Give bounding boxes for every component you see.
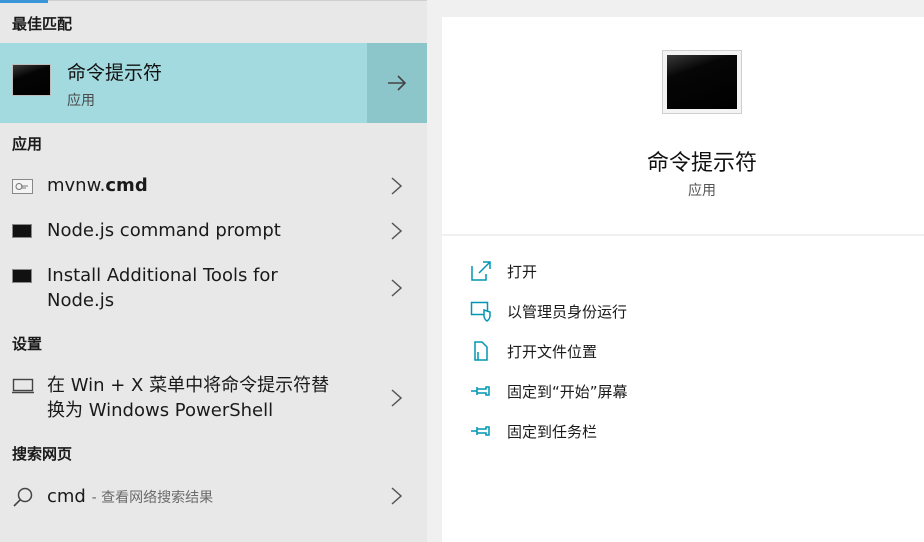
chevron-right-icon [391, 487, 403, 505]
section-web: 搜索网页 [12, 445, 73, 463]
section-apps: 应用 [12, 135, 43, 153]
web-query-suffix: - 查看网络搜索结果 [91, 490, 214, 506]
start-search-panel: 最佳匹配 命令提示符 应用 应用 mvnw.cmd Node.js comman… [0, 0, 924, 542]
laptop-icon [12, 378, 34, 394]
chevron-right-icon [391, 177, 403, 195]
best-match-title: 命令提示符 [67, 62, 163, 84]
action-open[interactable]: 打开 [470, 260, 537, 282]
section-settings: 设置 [12, 335, 43, 353]
action-run-as-admin[interactable]: 以管理员身份运行 [470, 300, 627, 322]
file-icon [12, 179, 33, 194]
action-label: 打开文件位置 [507, 342, 598, 361]
command-prompt-icon [12, 64, 51, 96]
pin-icon [471, 386, 490, 396]
action-pin-to-start[interactable]: 固定到“开始”屏幕 [470, 380, 628, 402]
top-divider [48, 0, 427, 1]
action-open-file-location[interactable]: 打开文件位置 [470, 340, 597, 362]
app-name: Node.js command prompt [47, 220, 281, 241]
chevron-right-icon [391, 222, 403, 240]
app-name-line1: Install Additional Tools for [47, 265, 278, 286]
chevron-right-icon [391, 389, 403, 407]
console-icon [12, 224, 32, 238]
web-query: cmd [47, 486, 86, 507]
details-divider [442, 234, 924, 236]
app-name-prefix: mvnw. [47, 175, 106, 196]
app-name-line2: Node.js [47, 290, 115, 311]
action-pin-to-taskbar[interactable]: 固定到任务栏 [470, 420, 597, 442]
section-best-match: 最佳匹配 [12, 15, 73, 33]
action-label: 固定到任务栏 [507, 422, 598, 441]
setting-line1: 在 Win + X 菜单中将命令提示符替 [47, 375, 330, 396]
action-label: 固定到“开始”屏幕 [507, 382, 628, 401]
action-label: 打开 [507, 262, 538, 281]
action-label: 以管理员身份运行 [507, 302, 628, 321]
arrow-right-icon [388, 75, 407, 91]
pin-icon [471, 426, 490, 436]
chevron-right-icon [391, 279, 403, 297]
command-prompt-large-icon [662, 50, 742, 114]
search-icon [13, 487, 33, 507]
admin-shield-icon [470, 301, 491, 322]
top-accent-bar [0, 0, 48, 3]
details-subtitle: 应用 [688, 183, 716, 199]
app-name-highlight: cmd [105, 175, 148, 196]
open-icon [471, 261, 491, 281]
file-location-icon [474, 341, 488, 361]
best-match-expand-button[interactable] [367, 43, 427, 123]
best-match-item[interactable] [0, 43, 367, 123]
details-title: 命令提示符 [646, 151, 757, 176]
best-match-subtitle: 应用 [67, 93, 95, 109]
console-icon [12, 269, 32, 283]
setting-line2: 换为 Windows PowerShell [47, 400, 274, 421]
